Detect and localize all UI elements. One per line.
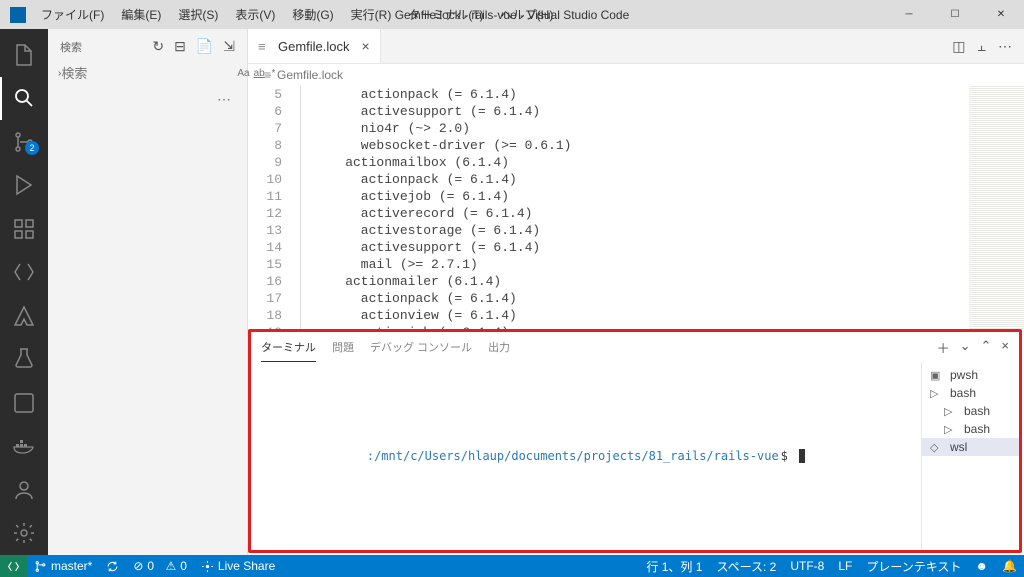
terminal[interactable]: :/mnt/c/Users/hlaup/documents/projects/8… <box>251 362 921 550</box>
collapse-icon[interactable]: ⇲ <box>223 38 235 55</box>
close-button[interactable]: ✕ <box>978 0 1024 29</box>
activity-remote[interactable] <box>0 251 48 295</box>
add-terminal-icon[interactable]: ＋ <box>937 338 950 357</box>
minimize-button[interactable]: ─ <box>886 0 932 29</box>
terminal-panel: ターミナル 問題 デバッグ コンソール 出力 ＋ ⌄ ⌃ × :/mnt/c/U… <box>248 329 1022 553</box>
panel-tab-problems[interactable]: 問題 <box>332 333 354 361</box>
tab-gemfile-lock[interactable]: ≡ Gemfile.lock × <box>248 29 381 63</box>
status-branch[interactable]: master* <box>27 555 99 577</box>
terminal-prompt-path: :/mnt/c/Users/hlaup/documents/projects/8… <box>367 449 779 463</box>
split-icon[interactable]: ◫ <box>952 38 965 55</box>
menu-select[interactable]: 選択(S) <box>171 2 225 27</box>
activity-account[interactable] <box>0 468 48 512</box>
minimap[interactable] <box>969 86 1024 329</box>
status-spaces[interactable]: スペース: 2 <box>709 555 783 577</box>
menu-go[interactable]: 移動(G) <box>285 2 340 27</box>
terminal-prompt-dollar: $ <box>781 449 788 463</box>
terminal-cursor <box>799 449 805 463</box>
close-icon[interactable]: × <box>356 38 370 54</box>
activity-bar: 2 <box>0 29 48 555</box>
status-encoding[interactable]: UTF-8 <box>783 555 831 577</box>
more-icon[interactable]: ⋯ <box>998 38 1012 55</box>
menu-view[interactable]: 表示(V) <box>228 2 282 27</box>
terminal-list: ▣pwsh▷bash▷bash▷bash◇wsl <box>921 362 1019 550</box>
status-remote[interactable] <box>0 555 27 577</box>
panel-tab-terminal[interactable]: ターミナル <box>261 333 316 362</box>
status-problems[interactable]: ⊘0 ⚠0 <box>126 555 194 577</box>
status-liveshare[interactable]: Live Share <box>194 555 282 577</box>
terminal-entry[interactable]: ▣pwsh <box>922 366 1019 384</box>
code-editor[interactable]: 56789101112131415161718192021 actionpack… <box>248 86 1024 329</box>
clear-icon[interactable]: ⊟ <box>174 38 186 55</box>
activity-icon[interactable] <box>0 381 48 425</box>
activity-test[interactable] <box>0 338 48 382</box>
file-icon: ≡ <box>264 68 271 82</box>
window-title: Gemfile.lock - rails-vue - Visual Studio… <box>395 8 630 22</box>
compare-icon[interactable]: ⫠ <box>978 38 986 55</box>
window-controls: ─ ☐ ✕ <box>886 0 1024 29</box>
tab-label: Gemfile.lock <box>278 39 350 54</box>
maximize-panel-icon[interactable]: ⌃ <box>981 338 992 357</box>
terminal-dropdown-icon[interactable]: ⌄ <box>960 338 971 357</box>
menu-run[interactable]: 実行(R) <box>344 2 399 27</box>
status-bar: master* ⊘0 ⚠0 Live Share 行 1、列 1 スペース: 2… <box>0 555 1024 577</box>
breadcrumb-label: Gemfile.lock <box>277 68 343 82</box>
editor-tabs: ≡ Gemfile.lock × ◫ ⫠ ⋯ <box>248 29 1024 64</box>
status-sync[interactable] <box>99 555 126 577</box>
terminal-entry[interactable]: ▷bash <box>922 402 1019 420</box>
editor-area: ≡ Gemfile.lock × ◫ ⫠ ⋯ ≡ Gemfile.lock 56… <box>248 29 1024 555</box>
breadcrumb[interactable]: ≡ Gemfile.lock <box>248 64 1024 86</box>
title-bar: ファイル(F) 編集(E) 選択(S) 表示(V) 移動(G) 実行(R) ター… <box>0 0 1024 29</box>
terminal-entry[interactable]: ▷bash <box>922 384 1019 402</box>
line-gutter: 56789101112131415161718192021 <box>248 86 296 329</box>
status-position[interactable]: 行 1、列 1 <box>639 555 709 577</box>
fold-gutter <box>296 86 314 329</box>
panel-tab-debug[interactable]: デバッグ コンソール <box>370 333 472 361</box>
activity-docker[interactable] <box>0 425 48 469</box>
menu-edit[interactable]: 編集(E) <box>114 2 168 27</box>
status-bell[interactable]: 🔔 <box>995 555 1024 577</box>
panel-tabs: ターミナル 問題 デバッグ コンソール 出力 ＋ ⌄ ⌃ × <box>251 332 1019 362</box>
activity-explorer[interactable] <box>0 33 48 77</box>
status-eol[interactable]: LF <box>831 555 859 577</box>
terminal-entry[interactable]: ◇wsl <box>922 438 1019 456</box>
sidebar-more[interactable]: ⋯ <box>48 83 247 116</box>
terminal-entry[interactable]: ▷bash <box>922 420 1019 438</box>
refresh-icon[interactable]: ↻ <box>152 38 164 55</box>
activity-settings[interactable] <box>0 512 48 556</box>
sidebar-title: 検索 <box>60 39 82 55</box>
search-row: › Aa ab .* <box>48 64 247 83</box>
activity-azure[interactable] <box>0 294 48 338</box>
activity-scm[interactable]: 2 <box>0 120 48 164</box>
maximize-button[interactable]: ☐ <box>932 0 978 29</box>
activity-search[interactable] <box>0 77 48 121</box>
code-body[interactable]: actionpack (= 6.1.4) activesupport (= 6.… <box>314 86 969 329</box>
status-lang[interactable]: プレーンテキスト <box>859 555 968 577</box>
panel-tab-output[interactable]: 出力 <box>488 333 510 361</box>
menu-file[interactable]: ファイル(F) <box>34 2 111 27</box>
activity-debug[interactable] <box>0 164 48 208</box>
vscode-logo-icon <box>10 7 26 23</box>
file-icon: ≡ <box>258 39 272 53</box>
scm-badge: 2 <box>25 141 39 155</box>
activity-extensions[interactable] <box>0 207 48 251</box>
new-file-icon[interactable]: 📄 <box>196 38 213 55</box>
sidebar: 検索 ↻ ⊟ 📄 ⇲ › Aa ab .* ⋯ <box>48 29 248 555</box>
sidebar-header: 検索 ↻ ⊟ 📄 ⇲ <box>48 29 247 64</box>
close-panel-icon[interactable]: × <box>1001 338 1009 357</box>
status-feedback[interactable]: ☻ <box>968 555 995 577</box>
search-input[interactable] <box>61 66 237 81</box>
